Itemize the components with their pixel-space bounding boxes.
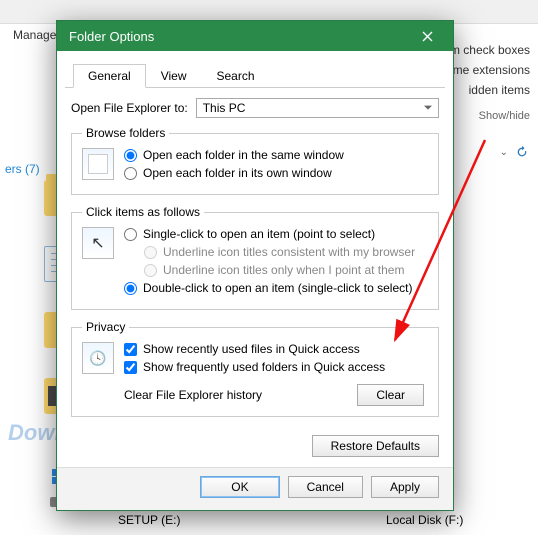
browse-own-window[interactable]: Open each folder in its own window <box>124 166 428 180</box>
click-legend: Click items as follows <box>82 205 204 219</box>
privacy-legend: Privacy <box>82 320 129 334</box>
chevron-down-icon[interactable]: ⌄ <box>500 147 508 158</box>
folder-options-dialog: Folder Options General View Search Open … <box>56 20 454 511</box>
clear-button[interactable]: Clear <box>357 384 424 406</box>
browse-same-window[interactable]: Open each folder in the same window <box>124 148 428 162</box>
single-click-radio[interactable] <box>124 228 137 241</box>
dialog-title: Folder Options <box>69 29 154 44</box>
browse-icon <box>82 148 114 180</box>
click-items-group: Click items as follows Single-click to o… <box>71 205 439 310</box>
underline-point-radio <box>144 264 157 277</box>
close-button[interactable] <box>409 24 445 48</box>
single-click-option[interactable]: Single-click to open an item (point to s… <box>124 227 428 241</box>
drive-label-2[interactable]: Local Disk (F:) <box>386 513 463 527</box>
tab-search[interactable]: Search <box>202 64 270 88</box>
open-explorer-label: Open File Explorer to: <box>71 101 188 115</box>
browse-legend: Browse folders <box>82 126 169 140</box>
tab-strip: General View Search <box>65 57 445 88</box>
double-click-radio[interactable] <box>124 282 137 295</box>
restore-defaults-button[interactable]: Restore Defaults <box>312 435 439 457</box>
underline-point-option: Underline icon titles only when I point … <box>144 263 428 277</box>
refresh-icon[interactable] <box>514 144 530 160</box>
privacy-icon <box>82 342 114 374</box>
folders-count: ers (7) <box>5 162 40 176</box>
privacy-group: Privacy Show recently used files in Quic… <box>71 320 439 417</box>
underline-browser-radio <box>144 246 157 259</box>
browse-folders-group: Browse folders Open each folder in the s… <box>71 126 439 195</box>
double-click-option[interactable]: Double-click to open an item (single-cli… <box>124 281 428 295</box>
open-explorer-dropdown[interactable]: This PC <box>196 98 439 118</box>
underline-browser-option: Underline icon titles consistent with my… <box>144 245 428 259</box>
apply-button[interactable]: Apply <box>371 476 439 498</box>
drive-label-1[interactable]: SETUP (E:) <box>118 513 180 527</box>
dialog-titlebar[interactable]: Folder Options <box>57 21 453 51</box>
click-icon <box>82 227 114 259</box>
cancel-button[interactable]: Cancel <box>288 476 363 498</box>
ok-button[interactable]: OK <box>200 476 279 498</box>
recent-files-option[interactable]: Show recently used files in Quick access <box>124 342 428 356</box>
recent-files-checkbox[interactable] <box>124 343 137 356</box>
dialog-buttons: OK Cancel Apply <box>57 467 453 510</box>
frequent-folders-checkbox[interactable] <box>124 361 137 374</box>
tab-general[interactable]: General <box>73 64 146 88</box>
browse-own-radio[interactable] <box>124 167 137 180</box>
frequent-folders-option[interactable]: Show frequently used folders in Quick ac… <box>124 360 428 374</box>
tab-view[interactable]: View <box>146 64 202 88</box>
clear-history-label: Clear File Explorer history <box>124 388 262 402</box>
browse-same-radio[interactable] <box>124 149 137 162</box>
